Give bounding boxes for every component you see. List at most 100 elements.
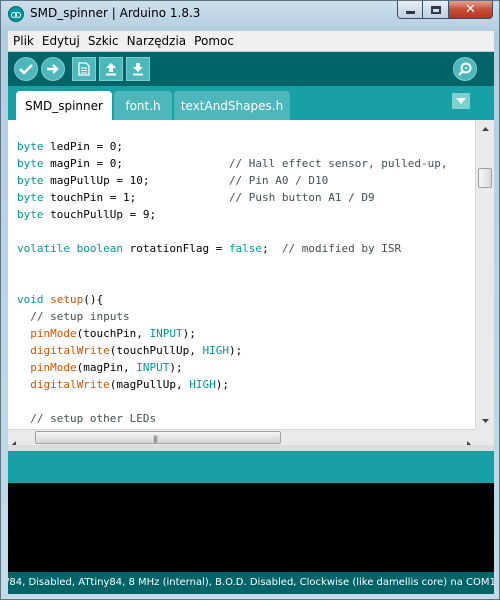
code-token: false	[228, 242, 263, 255]
code-token: // Hall effect sensor, pulled-up,	[228, 157, 448, 170]
code-line[interactable]: void setup(){	[17, 291, 447, 308]
vertical-scroll-thumb[interactable]	[478, 168, 492, 188]
menu-plik[interactable]: Plik	[8, 34, 37, 48]
title-bar[interactable]: SMD_spinner | Arduino 1.8.3 ✕	[1, 1, 499, 29]
code-line[interactable]	[17, 274, 447, 291]
tab-label: textAndShapes.h	[180, 98, 284, 113]
code-line[interactable]	[17, 393, 447, 410]
arduino-logo-icon	[8, 6, 24, 22]
code-token: touchPullUp = 9;	[43, 208, 157, 221]
code-token: INPUT	[136, 361, 170, 374]
arrow-down-icon	[481, 418, 489, 423]
chevron-down-icon	[456, 98, 466, 104]
code-token: pinMode	[30, 361, 77, 374]
tab-textandshapes-h[interactable]: textAndShapes.h	[174, 91, 290, 120]
minimize-button[interactable]	[397, 1, 423, 19]
serial-monitor-icon	[458, 62, 472, 76]
code-token: // Pin A0 / D10	[228, 174, 329, 187]
save-sketch-button[interactable]	[126, 57, 150, 81]
code-token: );	[182, 327, 196, 340]
code-token: // setup inputs	[30, 310, 130, 323]
message-area	[8, 451, 494, 483]
code-token: void	[17, 293, 44, 306]
code-token: // setup other LEDs	[30, 412, 157, 425]
open-sketch-button[interactable]	[99, 57, 123, 81]
code-token: HIGH	[189, 378, 216, 391]
code-editor[interactable]: byte ledPin = 0; byte magPin = 0; // Hall…	[8, 120, 475, 429]
code-token: (magPin,	[76, 361, 137, 374]
code-line[interactable]: volatile boolean rotationFlag = false; /…	[17, 240, 447, 257]
code-token: (){	[83, 293, 104, 306]
scroll-down-arrow[interactable]	[476, 412, 494, 429]
vertical-scrollbar[interactable]	[475, 120, 494, 429]
tab-bar: SMD_spinner font.h textAndShapes.h	[8, 86, 494, 120]
code-token: boolean	[76, 242, 123, 255]
code-token: ledPin = 0;	[43, 140, 123, 153]
code-line[interactable]	[17, 223, 447, 240]
menu-edytuj[interactable]: Edytuj	[37, 34, 83, 48]
new-sketch-button[interactable]	[72, 57, 96, 81]
close-button[interactable]: ✕	[449, 1, 493, 19]
code-text[interactable]: byte ledPin = 0; byte magPin = 0; // Hall…	[17, 138, 447, 427]
serial-monitor-button[interactable]	[453, 57, 477, 81]
tab-smd-spinner[interactable]: SMD_spinner	[16, 91, 112, 120]
code-token: digitalWrite	[30, 378, 110, 391]
verify-icon	[19, 64, 33, 75]
code-line[interactable]: byte magPullUp = 10; // Pin A0 / D10	[17, 172, 447, 189]
status-bar: /84, Disabled, ATtiny84, 8 MHz (internal…	[8, 572, 494, 594]
code-line[interactable]: // setup other LEDs	[17, 410, 447, 427]
code-token: magPullUp = 10;	[43, 174, 229, 187]
board-info: /84, Disabled, ATtiny84, 8 MHz (internal…	[8, 577, 494, 588]
horizontal-scroll-thumb[interactable]: |||	[35, 431, 281, 444]
code-token: volatile	[17, 242, 70, 255]
code-line[interactable]: pinMode(magPin, INPUT);	[17, 359, 447, 376]
code-line[interactable]: byte touchPullUp = 9;	[17, 206, 447, 223]
toolbar	[8, 52, 494, 86]
scroll-corner	[475, 429, 494, 445]
code-line[interactable]: byte touchPin = 1; // Push button A1 / D…	[17, 189, 447, 206]
code-line[interactable]: // setup inputs	[17, 308, 447, 325]
scroll-up-arrow[interactable]	[476, 120, 494, 137]
code-token: byte	[17, 191, 44, 204]
code-token: byte	[17, 174, 44, 187]
code-line[interactable]: byte ledPin = 0;	[17, 138, 447, 155]
minimize-icon	[405, 11, 415, 14]
code-token: magPin = 0;	[43, 157, 229, 170]
menu-bar: Plik Edytuj Szkic Narzędzia Pomoc	[8, 31, 494, 51]
menu-szkic[interactable]: Szkic	[83, 34, 122, 48]
tab-font-h[interactable]: font.h	[114, 91, 172, 120]
code-line[interactable]: pinMode(touchPin, INPUT);	[17, 325, 447, 342]
arduino-ide-window: SMD_spinner | Arduino 1.8.3 ✕ Plik Edytu…	[0, 0, 500, 600]
horizontal-scrollbar[interactable]: |||	[8, 429, 475, 448]
code-token: HIGH	[202, 344, 229, 357]
code-line[interactable]	[17, 257, 447, 274]
window-controls: ✕	[397, 1, 493, 21]
tab-menu-button[interactable]	[452, 93, 470, 109]
code-token: // Push button A1 / D9	[228, 191, 375, 204]
menu-narzedzia[interactable]: Narzędzia	[122, 34, 190, 48]
code-line[interactable]: digitalWrite(magPullUp, HIGH);	[17, 376, 447, 393]
verify-button[interactable]	[14, 57, 38, 81]
maximize-icon	[430, 5, 441, 14]
save-icon	[133, 63, 143, 76]
maximize-button[interactable]	[423, 1, 449, 19]
tab-label: SMD_spinner	[25, 98, 103, 113]
code-token: (touchPin,	[76, 327, 150, 340]
new-icon	[78, 62, 90, 76]
upload-icon	[47, 64, 59, 74]
open-icon	[106, 63, 116, 76]
code-token: ;	[262, 242, 282, 255]
code-line[interactable]: digitalWrite(touchPullUp, HIGH);	[17, 342, 447, 359]
console-output[interactable]	[8, 483, 494, 572]
code-token: INPUT	[149, 327, 183, 340]
upload-button[interactable]	[41, 57, 65, 81]
code-token: );	[169, 361, 183, 374]
menu-pomoc[interactable]: Pomoc	[189, 34, 237, 48]
code-line[interactable]: byte magPin = 0; // Hall effect sensor, …	[17, 155, 447, 172]
arrow-up-icon	[481, 126, 489, 131]
